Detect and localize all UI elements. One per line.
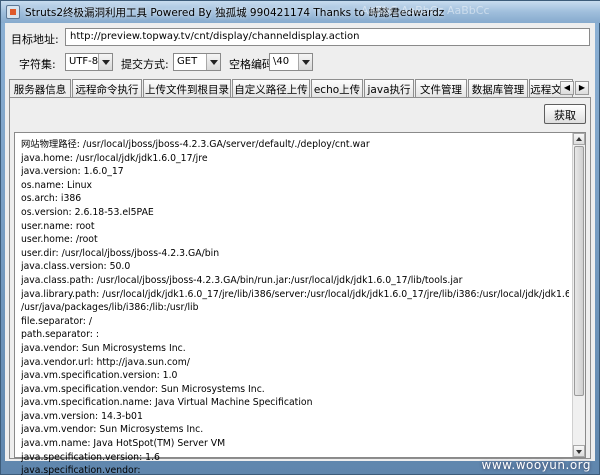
tab-scroll-left-icon[interactable]: ◀ [560, 81, 574, 95]
output-textarea[interactable]: 网站物理路径: /usr/local/jboss/jboss-4.2.3.GA/… [14, 132, 586, 475]
title-bar[interactable]: Struts2终极漏洞利用工具 Powered By 独孤城 990421174… [1, 1, 600, 23]
method-select[interactable]: GET [173, 53, 221, 71]
tab-upload-root[interactable]: 上传文件到根目录 [143, 79, 231, 97]
output-line: user.name: root [21, 220, 95, 232]
charset-select[interactable]: UTF-8 [65, 53, 113, 71]
output-line: java.version: 1.6.0_17 [21, 166, 124, 178]
output-line: 网站物理路径: /usr/local/jboss/jboss-4.2.3.GA/… [21, 139, 370, 150]
output-line: java.vm.specification.version: 1.0 [21, 370, 178, 382]
output-line: java.vm.name: Java HotSpot(TM) Server VM [21, 438, 226, 450]
watermark: www.wooyun.org [481, 458, 591, 472]
output-scrollbar[interactable] [572, 133, 585, 457]
output-line: os.name: Linux [21, 179, 92, 191]
output-line: java.library.path: /usr/local/jdk/jdk1.6… [21, 288, 569, 300]
chevron-down-icon [98, 54, 112, 70]
output-line: path.separator: : [21, 329, 99, 341]
output-line: java.vm.version: 14.3-b01 [21, 410, 143, 422]
background-ghost-text: AaBbC AaBbCc AaBbCc [361, 4, 490, 17]
chevron-down-icon [206, 54, 220, 70]
charset-value: UTF-8 [69, 56, 99, 67]
tab-remote-command[interactable]: 远程命令执行 [72, 79, 142, 97]
output-line: java.vendor.url: http://java.sun.com/ [21, 356, 190, 368]
output-line: user.dir: /usr/local/jboss/jboss-4.2.3.G… [21, 247, 220, 259]
space-encoding-label: 空格编码 [229, 58, 273, 71]
output-line: java.vm.specification.name: Java Virtual… [21, 397, 313, 409]
method-value: GET [177, 56, 198, 67]
target-url-input[interactable]: http://preview.topway.tv/cnt/display/cha… [65, 28, 590, 46]
tab-database-manager[interactable]: 数据库管理 [468, 79, 528, 97]
chevron-down-icon [298, 54, 312, 70]
space-encoding-select[interactable]: \40 [269, 53, 313, 71]
client-area: 目标地址: http://preview.topway.tv/cnt/displ… [5, 23, 595, 475]
app-window: Struts2终极漏洞利用工具 Powered By 独孤城 990421174… [0, 0, 600, 475]
app-icon [6, 5, 20, 19]
output-line: java.class.version: 50.0 [21, 261, 131, 273]
output-line: java.home: /usr/local/jdk/jdk1.6.0_17/jr… [21, 152, 208, 164]
tab-custom-upload[interactable]: 自定义路径上传 [232, 79, 310, 97]
output-line: /usr/java/packages/lib/i386:/lib:/usr/li… [21, 302, 199, 314]
output-lines: 网站物理路径: /usr/local/jboss/jboss-4.2.3.GA/… [21, 138, 569, 475]
scroll-thumb[interactable] [574, 146, 584, 396]
method-label: 提交方式: [121, 58, 169, 71]
target-url-label: 目标地址: [11, 33, 59, 46]
output-line: user.home: /root [21, 234, 98, 246]
fetch-button[interactable]: 获取 [544, 104, 586, 124]
server-info-panel: 获取 网站物理路径: /usr/local/jboss/jboss-4.2.3.… [9, 97, 591, 475]
output-line: os.version: 2.6.18-53.el5PAE [21, 206, 154, 218]
scroll-up-icon[interactable] [573, 133, 585, 145]
tab-file-manager[interactable]: 文件管理 [415, 79, 467, 97]
charset-label: 字符集: [19, 58, 56, 71]
tab-scroll-right-icon[interactable]: ▶ [575, 81, 589, 95]
output-line: java.class.path: /usr/local/jboss/jboss-… [21, 274, 463, 286]
output-line: java.vm.vendor: Sun Microsystems Inc. [21, 424, 204, 436]
output-line: java.vendor: Sun Microsystems Inc. [21, 342, 186, 354]
tab-bar: 服务器信息 远程命令执行 上传文件到根目录 自定义路径上传 echo上传 jav… [9, 79, 591, 98]
scroll-down-icon[interactable] [573, 445, 585, 457]
output-line: java.vm.specification.vendor: Sun Micros… [21, 383, 265, 395]
tab-java-exec[interactable]: java执行 [364, 79, 414, 97]
tab-echo-upload[interactable]: echo上传 [311, 79, 363, 97]
output-line: file.separator: / [21, 315, 93, 327]
output-line: os.arch: i386 [21, 193, 82, 205]
space-encoding-value: \40 [273, 56, 290, 67]
tab-server-info[interactable]: 服务器信息 [9, 79, 71, 98]
